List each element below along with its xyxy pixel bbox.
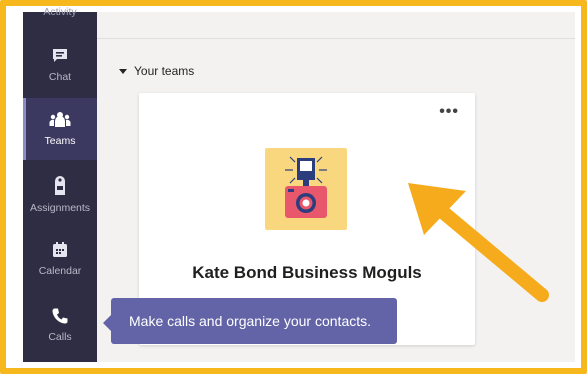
teams-icon bbox=[49, 111, 71, 129]
rail-item-label: Assignments bbox=[29, 202, 91, 214]
rail-item-assignments[interactable]: Assignments bbox=[23, 164, 97, 226]
section-title: Your teams bbox=[134, 64, 195, 78]
chat-icon bbox=[51, 47, 69, 65]
rail-item-teams[interactable]: Teams bbox=[23, 98, 97, 160]
more-options-button[interactable]: ••• bbox=[439, 104, 459, 120]
rail-item-label: Calls bbox=[48, 331, 72, 343]
your-teams-header[interactable]: Your teams bbox=[119, 64, 194, 78]
caret-down-icon bbox=[119, 68, 127, 74]
rail-item-chat[interactable]: Chat bbox=[23, 34, 97, 96]
app-rail: Activity Chat Teams Assignments Calendar… bbox=[23, 6, 97, 362]
rail-item-calendar[interactable]: Calendar bbox=[23, 228, 97, 290]
top-bar bbox=[97, 12, 575, 39]
calendar-icon bbox=[51, 241, 69, 259]
calls-tooltip: Make calls and organize your contacts. bbox=[103, 298, 397, 344]
rail-item-label: Calendar bbox=[38, 265, 82, 277]
phone-icon bbox=[51, 307, 69, 325]
camera-icon bbox=[265, 148, 347, 230]
app-window: Activity Chat Teams Assignments Calendar… bbox=[12, 6, 575, 362]
rail-item-label: Teams bbox=[44, 135, 76, 147]
pointer-arrow bbox=[408, 183, 549, 302]
rail-item-calls[interactable]: Calls bbox=[23, 294, 97, 356]
tooltip-text: Make calls and organize your contacts. bbox=[129, 313, 372, 329]
left-gutter bbox=[12, 12, 23, 362]
highlight-frame: Activity Chat Teams Assignments Calendar… bbox=[0, 0, 587, 374]
rail-item-label: Chat bbox=[48, 71, 72, 83]
assignments-icon bbox=[51, 176, 69, 196]
rail-item-activity-label[interactable]: Activity bbox=[23, 6, 97, 18]
